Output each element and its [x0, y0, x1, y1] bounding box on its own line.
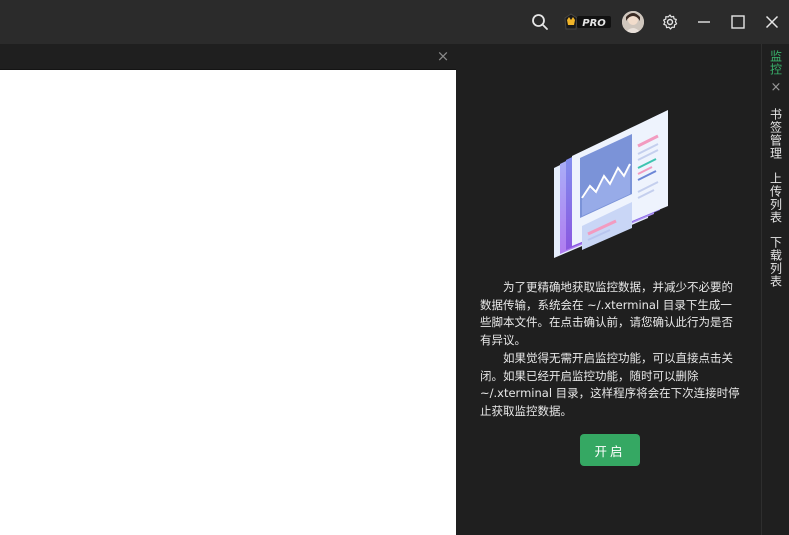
close-icon[interactable]	[760, 10, 784, 34]
terminal-area[interactable]	[0, 70, 456, 535]
right-sidebar: 监控 × 书签管理 上传列表 下载列表	[761, 44, 789, 535]
tab-bookmarks[interactable]: 书签管理	[762, 108, 789, 164]
tab-download-list[interactable]: 下载列表	[762, 236, 789, 292]
title-bar: PRO	[0, 0, 789, 44]
tab-download-list-label: 下载列表	[768, 236, 783, 288]
close-terminal-icon[interactable]: ×	[434, 47, 452, 65]
tab-bookmarks-label: 书签管理	[768, 108, 783, 160]
pro-label: PRO	[582, 18, 606, 29]
tab-monitor-label: 监控	[768, 50, 783, 76]
enable-monitor-button[interactable]: 开启	[580, 434, 640, 466]
pro-badge[interactable]: PRO	[564, 12, 612, 32]
tab-upload-list[interactable]: 上传列表	[762, 172, 789, 228]
avatar[interactable]	[622, 11, 644, 33]
close-monitor-tab-icon[interactable]: ×	[768, 80, 784, 94]
monitor-description-1: 为了更精确地获取监控数据，并减少不必要的数据传输，系统会在 ~/.xtermin…	[480, 280, 733, 347]
search-icon[interactable]	[528, 10, 552, 34]
monitor-illustration	[552, 106, 674, 262]
tab-monitor[interactable]: 监控	[762, 50, 789, 78]
maximize-icon[interactable]	[726, 10, 750, 34]
monitor-panel: 为了更精确地获取监控数据，并减少不必要的数据传输，系统会在 ~/.xtermin…	[456, 44, 761, 535]
monitor-description-2: 如果觉得无需开启监控功能，可以直接点击关闭。如果已经开启监控功能，随时可以删除 …	[480, 351, 740, 418]
gear-icon[interactable]	[658, 10, 682, 34]
minimize-icon[interactable]	[692, 10, 716, 34]
terminal-tab-strip: ×	[0, 44, 456, 70]
tab-upload-list-label: 上传列表	[768, 172, 783, 224]
